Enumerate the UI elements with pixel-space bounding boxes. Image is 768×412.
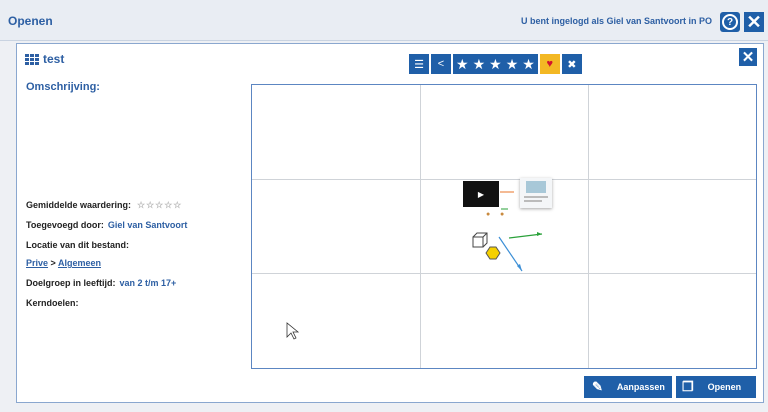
rating-row: Gemiddelde waardering: ☆☆☆☆☆	[26, 200, 182, 211]
document-icon: ☰	[414, 58, 424, 71]
breadcrumb-separator: >	[50, 258, 56, 268]
file-title: test	[43, 52, 65, 66]
edit-button[interactable]: ✎ Aanpassen	[584, 376, 672, 398]
file-preview: ▶ ● ●	[251, 84, 757, 369]
window-title: Openen	[8, 14, 53, 28]
cube-icon	[472, 232, 488, 248]
average-rating-stars: ☆☆☆☆☆	[137, 200, 183, 210]
folder-icon: ❐	[682, 379, 694, 394]
description-label: Omschrijving:	[26, 81, 100, 93]
grid-icon	[25, 54, 39, 66]
trash-icon: ✖	[567, 58, 577, 71]
added-by-row: Toegevoegd door: Giel van Santvoort	[26, 220, 187, 230]
open-button[interactable]: ❐ Openen	[676, 376, 756, 398]
file-details-panel: test ☰ < ★ ★ ★ ★ ★ ♥ ✖ ✕ Omschrijving: G…	[16, 43, 764, 403]
rating-star-3[interactable]: ★	[489, 54, 502, 74]
age-label: Doelgroep in leeftijd:	[26, 278, 116, 288]
rating-stars: ★ ★ ★ ★ ★	[453, 54, 538, 74]
close-window-button[interactable]: ✕	[744, 12, 764, 32]
breadcrumb-prive[interactable]: Prive	[26, 258, 48, 268]
favorite-button[interactable]: ♥	[539, 54, 560, 74]
edit-button-label: Aanpassen	[616, 382, 665, 392]
rating-star-4[interactable]: ★	[506, 54, 519, 74]
file-toolbar: ☰ < ★ ★ ★ ★ ★ ♥ ✖	[409, 54, 582, 74]
hexagon-shape	[485, 246, 501, 260]
delete-button[interactable]: ✖	[561, 54, 582, 74]
age-value: van 2 t/m 17+	[119, 278, 177, 288]
added-by-label: Toegevoegd door:	[26, 220, 104, 230]
share-icon: <	[437, 58, 445, 70]
preview-shapes	[286, 191, 543, 340]
document-info-button[interactable]: ☰	[409, 54, 429, 74]
help-icon: ?	[722, 14, 738, 30]
pencil-icon: ✎	[592, 379, 603, 394]
panel-header: test ☰ < ★ ★ ★ ★ ★ ♥ ✖ ✕	[17, 44, 763, 78]
heart-icon: ♥	[546, 58, 554, 70]
rating-star-2[interactable]: ★	[473, 54, 486, 74]
location-breadcrumb: Prive > Algemeen	[26, 258, 101, 268]
rating-star-1[interactable]: ★	[456, 54, 469, 74]
rating-star-5[interactable]: ★	[522, 54, 535, 74]
open-button-label: Openen	[707, 382, 742, 392]
close-panel-button[interactable]: ✕	[739, 48, 757, 66]
age-row: Doelgroep in leeftijd: van 2 t/m 17+	[26, 278, 176, 288]
login-status: U bent ingelogd als Giel van Santvoort i…	[520, 16, 712, 26]
location-label: Locatie van dit bestand:	[26, 240, 130, 250]
breadcrumb-algemeen[interactable]: Algemeen	[58, 258, 101, 268]
share-button[interactable]: <	[431, 54, 451, 74]
close-icon: ✕	[746, 11, 762, 32]
core-goals-label: Kerndoelen:	[26, 298, 79, 308]
window-titlebar: Openen U bent ingelogd als Giel van Sant…	[0, 0, 768, 41]
help-button[interactable]: ?	[720, 12, 740, 32]
rating-label: Gemiddelde waardering:	[26, 200, 132, 210]
close-icon: ✕	[741, 49, 755, 66]
added-by-value: Giel van Santvoort	[107, 220, 188, 230]
cursor-icon	[286, 322, 300, 340]
